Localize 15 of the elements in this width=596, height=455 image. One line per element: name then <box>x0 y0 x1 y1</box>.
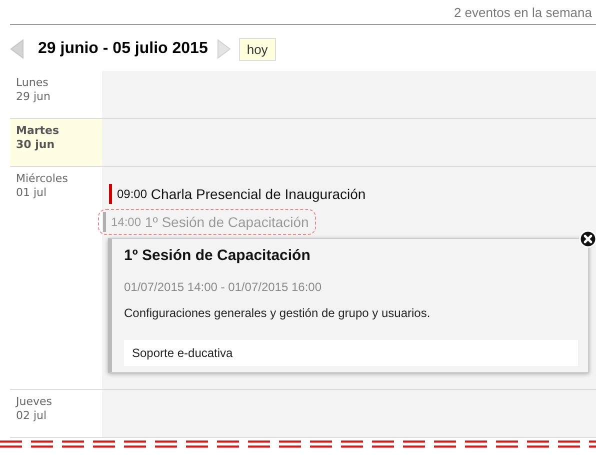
today-button[interactable]: hoy <box>238 38 276 60</box>
day-label: Miércoles 01 jul <box>15 171 69 201</box>
popup-title: 1º Sesión de Capacitación <box>124 247 312 264</box>
week-range: 29 junio - 05 julio 2015 <box>38 40 208 58</box>
popup-description: Configuraciones generales y gestión de grupo y usuarios. <box>124 306 432 320</box>
event-item[interactable]: 09:00 Charla Presencial de Inauguración <box>108 181 373 207</box>
popup-datetime: 01/07/2015 14:00 - 01/07/2015 16:00 <box>124 280 323 294</box>
day-label: Jueves 02 jul <box>14 394 53 424</box>
previous-arrow-icon[interactable] <box>10 39 24 59</box>
day-label: Martes 30 jun <box>10 119 102 166</box>
next-arrow-icon[interactable] <box>216 39 231 59</box>
popup-organizer: Soporte e-ducativa <box>124 340 578 366</box>
event-count: 2 eventos en la semana <box>454 4 592 20</box>
day-label: Lunes 29 jun <box>15 75 52 105</box>
close-icon[interactable] <box>579 230 596 248</box>
